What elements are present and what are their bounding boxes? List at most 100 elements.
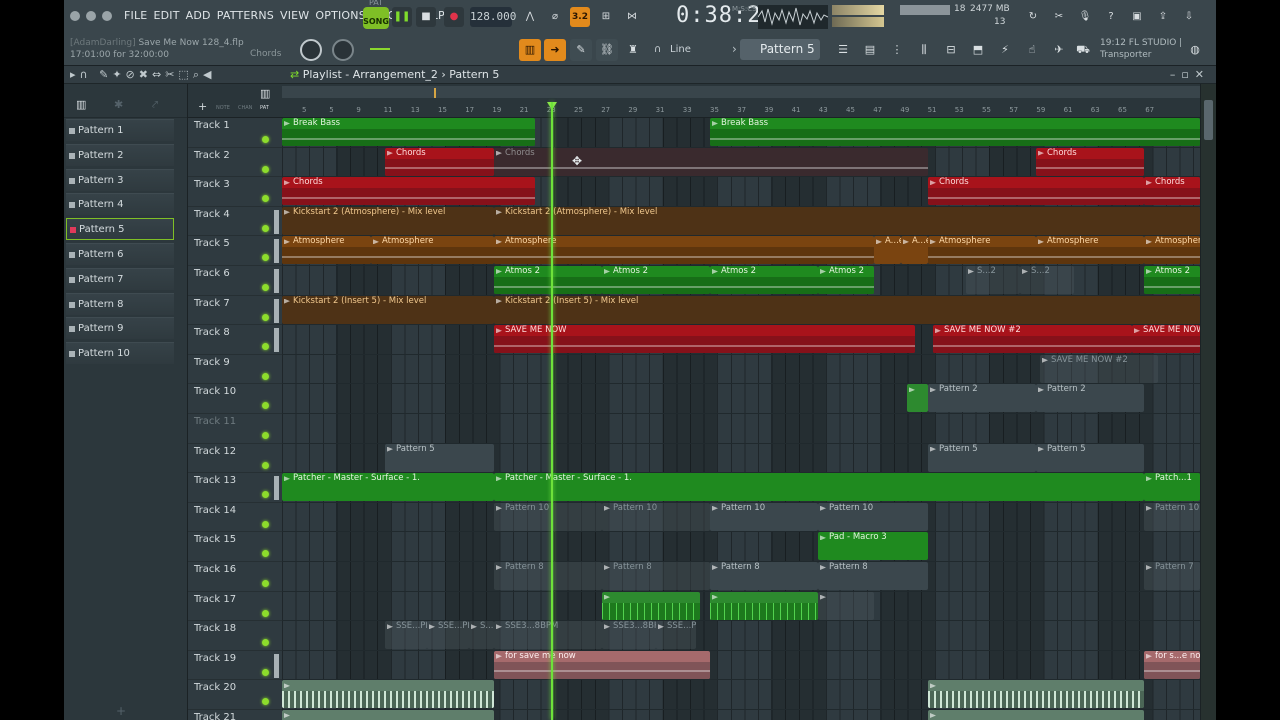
clip-save-me-now-2b[interactable]: SAVE ME NOW [1132,325,1200,354]
track-enable-led[interactable] [262,284,269,291]
pattern-selector[interactable]: › Pattern 5 [732,39,820,60]
track-lane[interactable] [282,532,1200,562]
track-grip[interactable] [274,298,279,323]
track-header[interactable]: Track 1 [188,118,282,148]
main-volume-knob[interactable] [300,39,322,61]
refresh-icon[interactable]: ↻ [1023,7,1043,27]
playlist-view-button[interactable]: ▥ [519,39,541,61]
track-header[interactable]: Track 5 [188,236,282,266]
touch-icon[interactable]: ☝ [1021,39,1043,61]
play-arrow-icon[interactable]: ▸ [70,68,80,81]
stamp-icon[interactable]: ♜ [622,39,644,61]
playlist-arrows-icon[interactable]: ⇄ [290,68,299,81]
clip-atmos2-2[interactable]: Atmos 2 [602,266,710,294]
next-button[interactable]: ➜ [544,39,566,61]
playhead[interactable] [551,102,553,720]
clip-atmosphere-6[interactable]: Atmosphere [928,236,1036,265]
track-enable-led[interactable] [262,668,269,676]
menu-view[interactable]: VIEW [280,9,309,22]
playlist-icon[interactable]: ☰ [832,39,854,61]
track-enable-led[interactable] [262,402,269,410]
plugin-icon[interactable]: ⚡ [994,39,1016,61]
metronome-icon[interactable]: ⋀ [520,7,540,27]
clip-drum-hits-2[interactable] [710,591,818,620]
track-enable-led[interactable] [262,136,269,143]
clip-save-me-now-2a[interactable]: SAVE ME NOW #2 [933,325,1132,354]
record-button[interactable]: ● [444,7,464,27]
clip-sse-1[interactable]: SSE...PM [385,621,427,650]
clip-atmosphere-5[interactable]: A...e [901,236,928,265]
track-lane[interactable] [282,414,1200,444]
add-pattern-icon[interactable]: + [116,704,126,718]
clip-mint-3[interactable] [282,710,494,720]
draw-tool-icon[interactable]: ✎ [570,39,592,61]
clip-pattern10-4[interactable]: Pattern 10 [818,502,928,531]
clip-mint-1[interactable] [282,680,494,709]
track-header[interactable]: Track 11 [188,414,282,444]
clip-atmos2-3[interactable]: Atmos 2 [710,266,818,294]
audio-icon[interactable]: ✱ [114,98,123,111]
piano-roll-icon[interactable]: ▤ [859,39,881,61]
track-grip[interactable] [274,476,279,501]
clip-atmos2-5[interactable]: Atmos 2 [1144,266,1200,294]
clip-chords-3[interactable]: Chords [282,177,535,206]
select-tool-icon[interactable]: ⬚ [178,68,192,81]
track-enable-led[interactable] [262,491,269,499]
track-enable-led[interactable] [262,520,269,528]
clip-patcher-1[interactable]: Patcher - Master - Surface - 1. [282,473,494,502]
clip-pattern7[interactable]: Pattern 7 [1144,562,1200,590]
clip-pattern2-2[interactable]: Pattern 2 [1036,384,1144,413]
send-icon[interactable]: ✈ [1048,39,1070,61]
help-icon[interactable]: ? [1101,7,1121,27]
playback-tool-icon[interactable]: ◀ [203,68,215,81]
channel-rack-icon[interactable]: ⋮ [886,39,908,61]
track-header[interactable]: Track 21 [188,710,282,720]
clip-pattern5-3[interactable]: Pattern 5 [1036,443,1144,472]
clip-patcher-2[interactable]: Patcher - Master - Surface - 1. [494,473,1144,502]
clip-atmos-s-2[interactable]: S...2 [1020,266,1074,294]
cart-icon[interactable]: ⛟ [1072,39,1094,61]
menu-edit[interactable]: EDIT [153,9,179,22]
clip-for-save-short[interactable]: for s...e now [1144,650,1200,679]
clip-kickstart-atmos-1[interactable]: Kickstart 2 (Atmosphere) - Mix level [282,206,494,235]
menu-add[interactable]: ADD [186,9,211,22]
track-enable-led[interactable] [262,224,269,232]
pattern-item[interactable]: Pattern 6 [66,243,174,265]
step-edit-button[interactable]: 3.2 [570,7,590,27]
clip-chords-5[interactable]: Chords [1144,177,1200,206]
track-header[interactable]: Track 20 [188,680,282,710]
clip-kickstart-insert-1[interactable]: Kickstart 2 (Insert 5) - Mix level [282,295,494,324]
slip-tool-icon[interactable]: ⇔ [152,68,165,81]
pattern-item[interactable]: Pattern 7 [66,267,174,290]
clip-atmos2-1[interactable]: Atmos 2 [494,266,602,294]
clip-pattern2-1[interactable]: Pattern 2 [928,384,1036,413]
track-header[interactable]: Track 19 [188,651,282,681]
track-header[interactable]: Track 16 [188,562,282,592]
track-enable-led[interactable] [262,580,269,587]
clip-pattern8-2[interactable]: Pattern 8 [602,562,710,590]
pattern-item[interactable]: Pattern 2 [66,143,174,166]
pattern-item[interactable]: Pattern 10 [66,342,174,365]
track-grip[interactable] [274,269,279,293]
clip-atmosphere-4[interactable]: A...e [874,236,901,265]
clip-kickstart-insert-2[interactable]: Kickstart 2 (Insert 5) - Mix level [494,295,1200,324]
mixer-icon[interactable]: ⫼ [913,39,935,61]
headphones-icon[interactable]: ∩ [80,68,92,81]
zoom-tool-icon[interactable]: ⌕ [193,68,203,81]
pattern-item[interactable]: Pattern 5 [66,218,174,241]
news-panel[interactable]: 19:12 FL STUDIO | Transporter [1100,37,1182,61]
track-enable-led[interactable] [262,372,269,380]
track-header[interactable]: Track 9 [188,355,282,385]
save-icon[interactable]: ▣ [1127,7,1147,27]
delete-tool-icon[interactable]: ⊘ [126,68,139,81]
track-enable-led[interactable] [262,461,269,469]
clip-atmos2-4[interactable]: Atmos 2 [818,266,874,294]
snap-selector[interactable]: ∩ Line [650,40,720,60]
track-grip[interactable] [274,653,279,678]
clip-for-save-me-now[interactable]: for save me now [494,650,710,679]
track-grip[interactable] [274,209,279,234]
clip-pattern10-5[interactable]: Pattern 10 [1144,502,1200,531]
tempo-display[interactable]: 128.000 [470,7,516,27]
pattern-item[interactable]: Pattern 1 [66,119,174,141]
pattern-item[interactable]: Pattern 8 [66,292,174,315]
